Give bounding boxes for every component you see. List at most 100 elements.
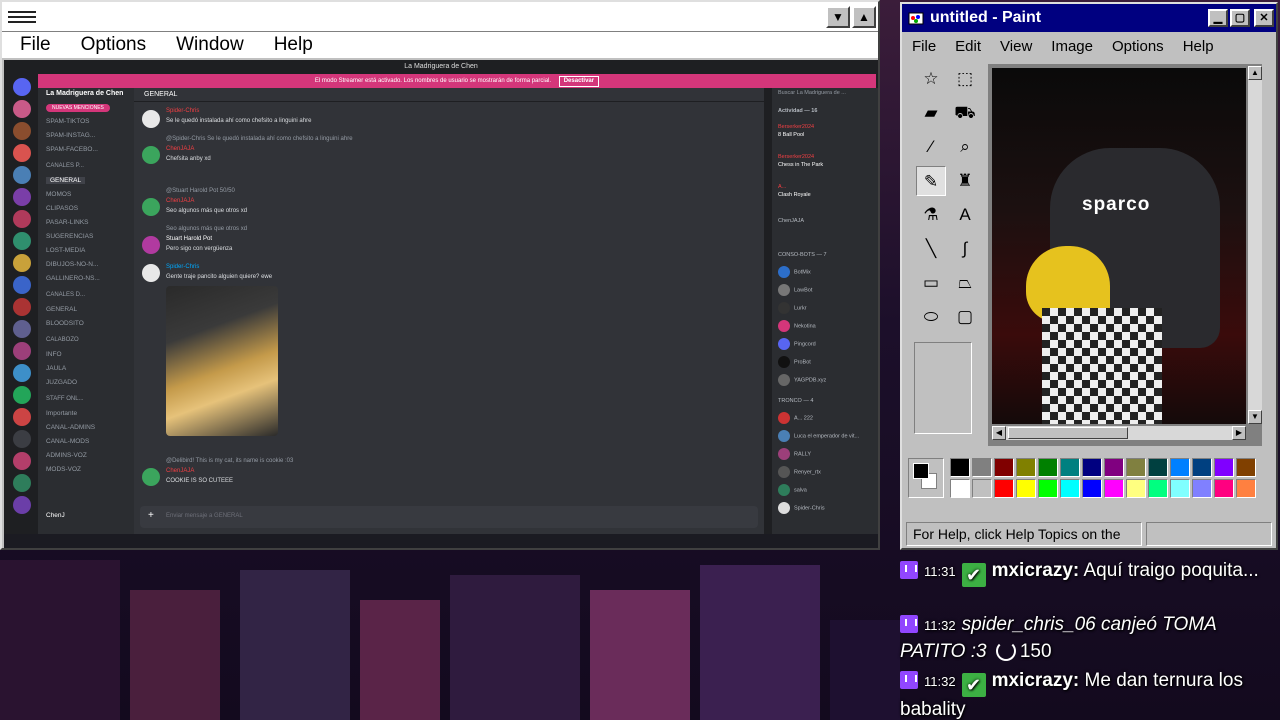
reply-preview[interactable]: @Delibird! This is my cat, its name is c…	[166, 458, 293, 464]
message-author[interactable]: Stuart Harold Pot	[166, 236, 212, 242]
color-swatch[interactable]	[972, 479, 992, 498]
rectangle-tool-icon[interactable]: ▭	[916, 268, 946, 298]
avatar[interactable]	[142, 264, 160, 282]
menu-options[interactable]: Options	[81, 34, 146, 56]
channel-item[interactable]: DIBUJOS-NO-N...	[46, 261, 98, 268]
member-item[interactable]: RALLY	[778, 448, 811, 460]
discord-home-icon[interactable]	[13, 78, 31, 96]
channel-item[interactable]: BLOODSITO	[46, 320, 84, 327]
color-swatch[interactable]	[1236, 458, 1256, 477]
avatar[interactable]	[142, 198, 160, 216]
attached-image-bread[interactable]	[166, 286, 278, 436]
message-author[interactable]: ChenJAJA	[166, 198, 194, 204]
channel-item[interactable]: CANAL-MODS	[46, 438, 89, 445]
menu-file[interactable]: File	[912, 38, 936, 55]
airbrush-icon[interactable]: ⚗	[916, 200, 946, 230]
server-icon[interactable]	[13, 210, 31, 228]
server-name-header[interactable]: La Madriguera de Chen	[46, 90, 123, 97]
menu-file[interactable]: File	[20, 34, 51, 56]
channel-item[interactable]: JAULA	[46, 365, 66, 372]
color-swatch[interactable]	[1104, 458, 1124, 477]
channel-item[interactable]: JUZGADO	[46, 379, 77, 386]
color-swatch[interactable]	[1038, 458, 1058, 477]
member-item[interactable]: Luca el emperador de vit...	[778, 430, 859, 442]
channel-item[interactable]: CLIPASOS	[46, 205, 78, 212]
activity-user[interactable]: Berserker2024	[778, 154, 814, 160]
scroll-down-button[interactable]: ▼	[1248, 410, 1262, 424]
paint-canvas[interactable]: sparco	[992, 68, 1246, 424]
channel-item[interactable]: SPAM-INSTAG...	[46, 132, 95, 139]
color-swatch[interactable]	[1170, 458, 1190, 477]
channel-item[interactable]: SUGERENCIAS	[46, 233, 93, 240]
member-item[interactable]: Nekotina	[778, 320, 816, 332]
channel-item[interactable]: GALLINERO-NS...	[46, 275, 100, 282]
color-swatch[interactable]	[1126, 458, 1146, 477]
color-swatch[interactable]	[1060, 479, 1080, 498]
activity-game[interactable]: 8 Ball Pool	[778, 132, 804, 138]
channel-item[interactable]: SPAM-FACEBO...	[46, 146, 98, 153]
channel-item[interactable]: Importante	[46, 410, 77, 417]
color-swatch[interactable]	[1126, 479, 1146, 498]
member-item[interactable]: YAGPDB.xyz	[778, 374, 826, 386]
member-item[interactable]: Spider-Chris	[778, 502, 825, 514]
server-icon[interactable]	[13, 342, 31, 360]
channel-item[interactable]: MOMOS	[46, 191, 71, 198]
category-header[interactable]: CALABOZO	[46, 337, 79, 343]
activity-game[interactable]: Chess in The Park	[778, 162, 823, 168]
line-tool-icon[interactable]: ╲	[916, 234, 946, 264]
polygon-tool-icon[interactable]: ⏢	[950, 268, 980, 298]
rect-select-icon[interactable]: ⬚	[950, 64, 980, 94]
color-picker-icon[interactable]: ⁄	[916, 132, 946, 162]
server-icon[interactable]	[13, 122, 31, 140]
category-header[interactable]: STAFF ONL...	[46, 396, 84, 402]
maximize-button[interactable]: ▲	[852, 6, 876, 28]
fill-bucket-icon[interactable]: ⛟	[950, 98, 980, 128]
channel-item-active[interactable]: GENERAL	[46, 177, 86, 184]
rounded-rect-tool-icon[interactable]: ▢	[950, 302, 980, 332]
server-icon[interactable]	[13, 144, 31, 162]
member-item[interactable]: A... 222	[778, 412, 813, 424]
color-swatch[interactable]	[1016, 479, 1036, 498]
eraser-icon[interactable]: ▰	[916, 98, 946, 128]
color-swatch[interactable]	[1236, 479, 1256, 498]
scroll-right-button[interactable]: ▶	[1232, 426, 1246, 440]
server-icon[interactable]	[13, 188, 31, 206]
minimize-button[interactable]: ▁	[1208, 9, 1228, 27]
add-server-icon[interactable]	[13, 386, 31, 404]
text-tool-icon[interactable]: A	[950, 200, 980, 230]
server-icon[interactable]	[13, 298, 31, 316]
menu-view[interactable]: View	[1000, 38, 1032, 55]
server-icon[interactable]	[13, 364, 31, 382]
activity-game[interactable]: Clash Royale	[778, 192, 811, 198]
explore-icon[interactable]	[13, 430, 31, 448]
color-swatch[interactable]	[950, 458, 970, 477]
member-item[interactable]: ProBot	[778, 356, 811, 368]
activity-user[interactable]: Berserker2024	[778, 124, 814, 130]
color-swatch[interactable]	[1214, 458, 1234, 477]
avatar[interactable]	[142, 146, 160, 164]
color-swatch[interactable]	[1170, 479, 1190, 498]
member-item[interactable]: Pingcord	[778, 338, 816, 350]
server-icon[interactable]	[13, 232, 31, 250]
vertical-scrollbar[interactable]: ▲ ▼	[1248, 66, 1262, 424]
menu-edit[interactable]: Edit	[955, 38, 981, 55]
member-item[interactable]: LawBot	[778, 284, 812, 296]
reply-preview[interactable]: @Stuart Harold Pot 50/50	[166, 188, 235, 194]
server-icon[interactable]	[13, 320, 31, 338]
user-panel-name[interactable]: ChenJ	[46, 512, 65, 519]
category-header[interactable]: CANALES D...	[46, 292, 85, 298]
free-select-icon[interactable]: ☆	[916, 64, 946, 94]
minimize-button[interactable]: ▼	[826, 6, 850, 28]
menu-options[interactable]: Options	[1112, 38, 1164, 55]
server-icon[interactable]	[13, 254, 31, 272]
color-swatch[interactable]	[1060, 458, 1080, 477]
message-input[interactable]: + Enviar mensaje a GENERAL	[140, 506, 758, 528]
channel-item[interactable]: ADMINS-VOZ	[46, 452, 87, 459]
member-item[interactable]: Renyer_rtx	[778, 466, 821, 478]
message-author[interactable]: Spider-Chris	[166, 264, 199, 270]
horizontal-scrollbar[interactable]: ◀ ▶	[992, 426, 1246, 440]
ellipse-tool-icon[interactable]: ⬭	[916, 302, 946, 332]
message-author[interactable]: Spider-Chris	[166, 108, 199, 114]
color-swatch[interactable]	[994, 458, 1014, 477]
menu-help[interactable]: Help	[274, 34, 313, 56]
